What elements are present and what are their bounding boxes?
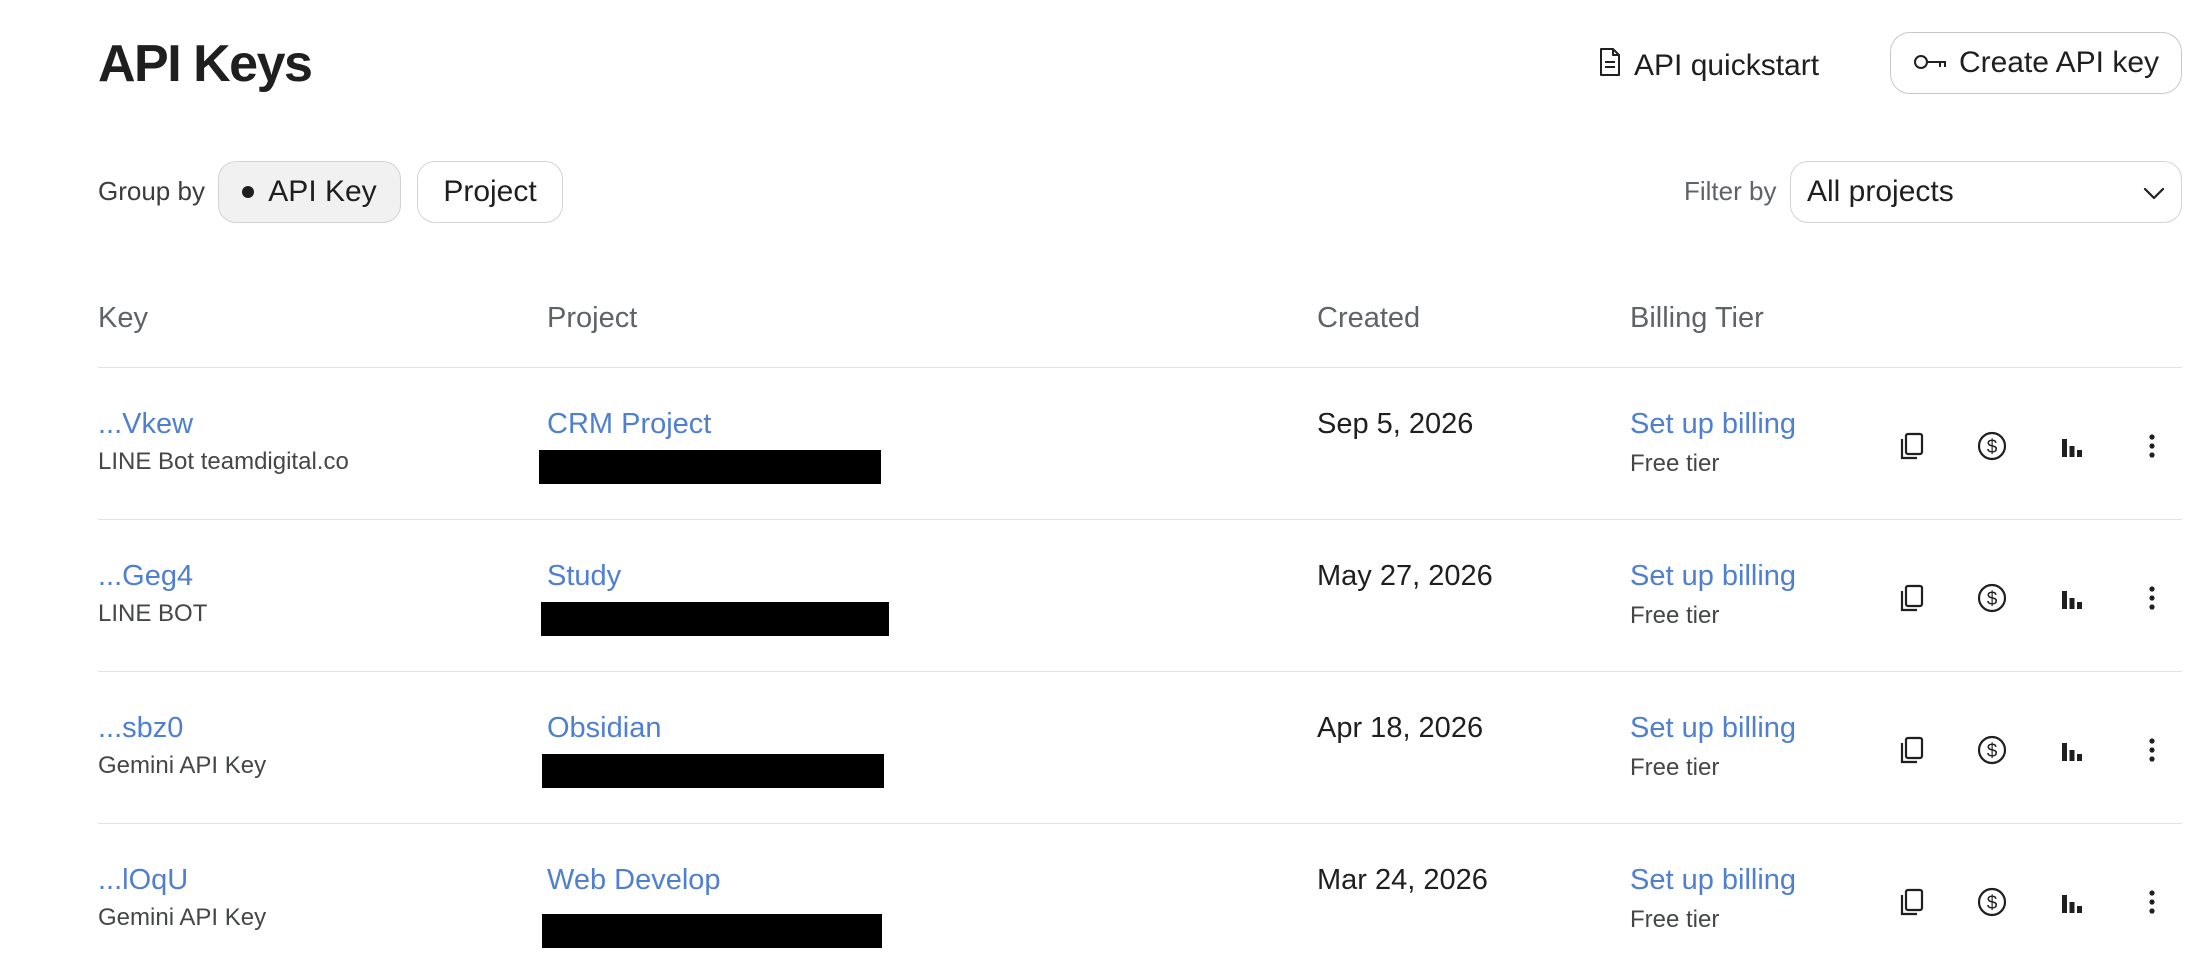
more-options-button[interactable] — [2132, 426, 2172, 466]
key-id-link[interactable]: ...Geg4 — [98, 560, 193, 593]
dollar-icon: $ — [1977, 583, 2007, 613]
more-options-button[interactable] — [2132, 730, 2172, 770]
group-by-project-chip[interactable]: Project — [417, 161, 563, 223]
column-header-key: Key — [98, 302, 148, 334]
more-vert-icon — [2149, 586, 2155, 610]
redacted-project-id — [542, 754, 884, 788]
create-api-key-label: Create API key — [1958, 46, 2160, 79]
redacted-project-id — [542, 914, 882, 948]
project-filter-select[interactable]: All projects — [1790, 161, 2182, 223]
key-id-link[interactable]: ...lOqU — [98, 864, 188, 897]
billing-tier: Free tier — [1630, 906, 1720, 933]
billing-tier: Free tier — [1630, 450, 1720, 477]
column-header-billing-tier: Billing Tier — [1630, 302, 1764, 334]
more-options-button[interactable] — [2132, 578, 2172, 618]
svg-text:$: $ — [1987, 437, 1998, 458]
billing-button[interactable]: $ — [1972, 882, 2012, 922]
table-row: ...sbz0 Gemini API Key Obsidian Apr 18, … — [98, 671, 2182, 823]
billing-button[interactable]: $ — [1972, 730, 2012, 770]
key-id-link[interactable]: ...sbz0 — [98, 712, 183, 745]
more-vert-icon — [2149, 434, 2155, 458]
created-date: Mar 24, 2026 — [1317, 864, 1488, 896]
usage-button[interactable] — [2052, 426, 2092, 466]
usage-button[interactable] — [2052, 730, 2092, 770]
table-row: ...lOqU Gemini API Key Web Develop Mar 2… — [98, 823, 2182, 975]
svg-text:$: $ — [1987, 589, 1998, 610]
usage-button[interactable] — [2052, 882, 2092, 922]
selected-dot-icon — [242, 186, 255, 198]
chevron-down-icon — [2143, 175, 2165, 209]
copy-icon — [1900, 584, 1924, 612]
key-name: Gemini API Key — [98, 752, 267, 779]
more-vert-icon — [2149, 738, 2155, 762]
key-name: Gemini API Key — [98, 904, 267, 931]
bar-chart-icon — [2062, 591, 2082, 609]
more-vert-icon — [2149, 890, 2155, 914]
set-up-billing-link[interactable]: Set up billing — [1630, 408, 1796, 441]
project-link[interactable]: Web Develop — [547, 864, 721, 897]
copy-icon — [1900, 736, 1924, 764]
filter-value: All projects — [1807, 175, 1954, 208]
table-row: ...Vkew LINE Bot teamdigital.co CRM Proj… — [98, 367, 2182, 519]
bar-chart-icon — [2062, 439, 2082, 457]
more-options-button[interactable] — [2132, 882, 2172, 922]
group-by-api-key-chip[interactable]: API Key — [218, 161, 401, 223]
bar-chart-icon — [2062, 743, 2082, 761]
key-icon — [1913, 46, 1949, 80]
redacted-project-id — [539, 450, 881, 484]
document-icon — [1598, 47, 1622, 85]
copy-icon — [1900, 888, 1924, 916]
svg-text:$: $ — [1987, 741, 1998, 762]
copy-key-button[interactable] — [1892, 578, 1932, 618]
set-up-billing-link[interactable]: Set up billing — [1630, 560, 1796, 593]
key-name: LINE Bot teamdigital.co — [98, 448, 349, 475]
copy-key-button[interactable] — [1892, 730, 1932, 770]
created-date: Sep 5, 2026 — [1317, 408, 1474, 440]
copy-key-button[interactable] — [1892, 882, 1932, 922]
column-header-project: Project — [547, 302, 638, 334]
billing-tier: Free tier — [1630, 754, 1720, 781]
dollar-icon: $ — [1977, 431, 2007, 461]
filter-by-label: Filter by — [1684, 176, 1777, 206]
page-title: API Keys — [98, 35, 313, 93]
set-up-billing-link[interactable]: Set up billing — [1630, 864, 1796, 897]
project-link[interactable]: Obsidian — [547, 712, 661, 745]
billing-button[interactable]: $ — [1972, 426, 2012, 466]
bar-chart-icon — [2062, 895, 2082, 913]
created-date: Apr 18, 2026 — [1317, 712, 1484, 744]
project-link[interactable]: Study — [547, 560, 621, 593]
table-row: ...Geg4 LINE BOT Study May 27, 2026 Set … — [98, 519, 2182, 671]
key-id-link[interactable]: ...Vkew — [98, 408, 193, 441]
set-up-billing-link[interactable]: Set up billing — [1630, 712, 1796, 745]
group-by-label: Group by — [98, 176, 205, 206]
billing-button[interactable]: $ — [1972, 578, 2012, 618]
copy-key-button[interactable] — [1892, 426, 1932, 466]
copy-icon — [1900, 432, 1924, 460]
dollar-icon: $ — [1977, 735, 2007, 765]
billing-tier: Free tier — [1630, 602, 1720, 629]
created-date: May 27, 2026 — [1317, 560, 1493, 592]
group-option-label: Project — [443, 175, 537, 208]
create-api-key-button[interactable]: Create API key — [1890, 32, 2182, 94]
dollar-icon: $ — [1977, 887, 2007, 917]
api-quickstart-label: API quickstart — [1634, 49, 1820, 82]
api-quickstart-link[interactable]: API quickstart — [1598, 44, 1819, 88]
svg-text:$: $ — [1987, 893, 1998, 914]
column-header-created: Created — [1317, 302, 1421, 334]
usage-button[interactable] — [2052, 578, 2092, 618]
redacted-project-id — [541, 602, 889, 636]
project-link[interactable]: CRM Project — [547, 408, 711, 441]
group-option-label: API Key — [268, 175, 377, 208]
key-name: LINE BOT — [98, 600, 208, 627]
